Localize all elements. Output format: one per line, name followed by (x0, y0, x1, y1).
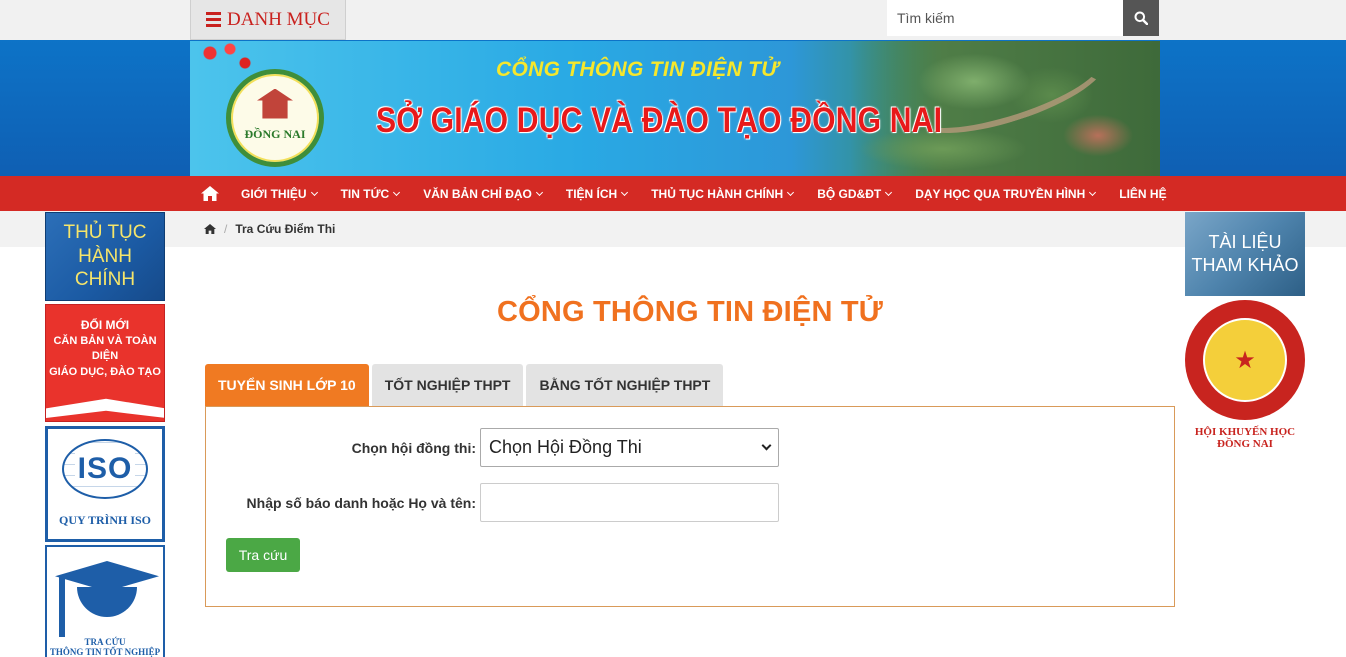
pagoda-icon (257, 88, 293, 119)
breadcrumb-bar (0, 211, 1346, 247)
khuyen-hoc-logo: ★ (1185, 300, 1305, 420)
nav-item-gioi-thieu[interactable]: GIỚI THIỆU (229, 176, 329, 211)
chevron-down-icon (621, 188, 629, 196)
nav-item-day-hoc-qua-truyen-hinh[interactable]: DẠY HỌC QUA TRUYỀN HÌNH (903, 176, 1107, 211)
nav-label: LIÊN HỆ (1119, 186, 1167, 201)
nav-item-tin-tuc[interactable]: TIN TỨC (329, 176, 412, 211)
search-icon (1134, 11, 1148, 25)
ad-tra-cuu-tot-nghiep[interactable]: TRA CỨU THÔNG TIN TỐT NGHIỆP (45, 545, 165, 657)
ad-text: GIÁO DỤC, ĐÀO TẠO (49, 365, 161, 378)
query-label: Nhập số báo danh hoặc Họ và tên: (246, 494, 476, 511)
chevron-down-icon (761, 440, 772, 451)
nav-home[interactable] (191, 176, 229, 211)
chevron-down-icon (1089, 188, 1097, 196)
ad-text-line: ĐỒNG NAI (1217, 438, 1273, 450)
council-select-value: Chọn Hội Đồng Thi (489, 437, 642, 457)
category-menu-label: DANH MỤC (227, 8, 330, 30)
home-icon (201, 186, 219, 201)
site-banner[interactable]: ĐỒNG NAI CỔNG THÔNG TIN ĐIỆN TỬ SỞ GIÁO … (190, 41, 1160, 176)
council-label: Chọn hội đồng thi: (351, 439, 476, 456)
chevron-down-icon (787, 188, 795, 196)
nav-item-bo-gddt[interactable]: BỘ GD&ĐT (805, 176, 903, 211)
nav-label: GIỚI THIỆU (241, 186, 307, 201)
nav-item-tien-ich[interactable]: TIỆN ÍCH (554, 176, 639, 211)
ad-quy-trinh-iso[interactable]: ISO QUY TRÌNH ISO (45, 426, 165, 542)
nav-label: VĂN BẢN CHỈ ĐẠO (423, 186, 532, 201)
chevron-down-icon (535, 188, 543, 196)
department-logo: ĐỒNG NAI (226, 69, 324, 167)
book-icon (46, 398, 164, 418)
candidate-query-input[interactable] (480, 483, 779, 522)
search-input[interactable] (887, 0, 1123, 36)
banner-subtitle: CỔNG THÔNG TIN ĐIỆN TỬ (496, 58, 779, 81)
query-row: Nhập số báo danh hoặc Họ và tên: (206, 483, 779, 522)
chevron-down-icon (885, 188, 893, 196)
nav-item-thu-tuc-hanh-chinh[interactable]: THỦ TỤC HÀNH CHÍNH (639, 176, 805, 211)
ad-text: THỦ TỤC (63, 221, 147, 243)
ad-text: TÀI LIỆU (1208, 231, 1282, 252)
logo-text: ĐỒNG NAI (244, 126, 306, 141)
breadcrumb: / Tra Cứu Điểm Thi (204, 211, 335, 247)
ad-text: HỘI KHUYẾN HỌC ĐỒNG NAI (1185, 426, 1305, 450)
nav-label: TIỆN ÍCH (565, 186, 618, 201)
tab-tuyen-sinh-lop-10[interactable]: TUYỂN SINH LỚP 10 (205, 364, 369, 406)
breadcrumb-current: Tra Cứu Điểm Thi (235, 222, 336, 236)
search-submit-button[interactable]: Tra cứu (226, 538, 300, 572)
council-row: Chọn hội đồng thi: Chọn Hội Đồng Thi (206, 428, 779, 467)
ad-text: HÀNH CHÍNH (74, 245, 136, 291)
nav-item-lien-he[interactable]: LIÊN HỆ (1107, 176, 1178, 211)
ad-tai-lieu-tham-khao[interactable]: TÀI LIỆU THAM KHẢO (1185, 212, 1305, 296)
chevron-down-icon (393, 188, 401, 196)
ad-thu-tuc-hanh-chinh[interactable]: THỦ TỤC HÀNH CHÍNH (45, 212, 165, 301)
breadcrumb-separator: / (224, 222, 228, 236)
ad-text: ĐỔI MỚI (80, 318, 130, 332)
exam-type-tabs: TUYỂN SINH LỚP 10 TỐT NGHIỆP THPT BẰNG T… (205, 364, 724, 406)
star-icon: ★ (1234, 346, 1256, 374)
ad-text: QUY TRÌNH ISO (58, 513, 152, 527)
category-menu-button[interactable]: DANH MỤC (190, 0, 346, 40)
hamburger-icon (206, 12, 222, 27)
main-navigation: GIỚI THIỆU TIN TỨC VĂN BẢN CHỈ ĐẠO TIỆN … (0, 176, 1346, 211)
tab-bang-tot-nghiep-thpt[interactable]: BẰNG TỐT NGHIỆP THPT (526, 364, 724, 406)
nav-label: THỦ TỤC HÀNH CHÍNH (651, 186, 784, 201)
nav-item-van-ban-chi-dao[interactable]: VĂN BẢN CHỈ ĐẠO (411, 176, 554, 211)
nav-label: TIN TỨC (340, 186, 390, 201)
ad-text: CĂN BẢN VÀ TOÀN DIỆN (53, 334, 157, 363)
tassel-icon (59, 577, 65, 637)
council-select[interactable]: Chọn Hội Đồng Thi (480, 428, 779, 467)
ad-hoi-khuyen-hoc[interactable]: ★ HỘI KHUYẾN HỌC ĐỒNG NAI (1185, 300, 1305, 450)
globe-icon: ISO (62, 439, 148, 499)
nav-label: BỘ GD&ĐT (817, 186, 882, 201)
ad-doi-moi-giao-duc[interactable]: ĐỔI MỚI CĂN BẢN VÀ TOÀN DIỆN GIÁO DỤC, Đ… (45, 304, 165, 422)
ad-text-line: HỘI KHUYẾN HỌC (1194, 426, 1296, 438)
tab-tot-nghiep-thpt[interactable]: TỐT NGHIỆP THPT (371, 364, 524, 406)
home-icon[interactable] (204, 224, 216, 234)
search-button[interactable] (1123, 0, 1159, 36)
ad-text-line: THÔNG TIN TỐT NGHIỆP (49, 646, 161, 657)
ad-text: THAM KHẢO (1191, 255, 1299, 275)
banner-title: SỞ GIÁO DỤC VÀ ĐÀO TẠO ĐỒNG NAI (376, 101, 943, 140)
ad-text: TRA CỨU THÔNG TIN TỐT NGHIỆP (47, 637, 163, 657)
logo-inner: ★ (1203, 318, 1287, 402)
chevron-down-icon (310, 188, 318, 196)
search-form-panel: Chọn hội đồng thi: Chọn Hội Đồng Thi Nhậ… (205, 406, 1175, 607)
page-title: CỔNG THÔNG TIN ĐIỆN TỬ (496, 296, 884, 328)
iso-logo-text: ISO (74, 452, 136, 486)
nav-label: DẠY HỌC QUA TRUYỀN HÌNH (915, 186, 1086, 201)
graduation-cap-base (77, 587, 137, 617)
